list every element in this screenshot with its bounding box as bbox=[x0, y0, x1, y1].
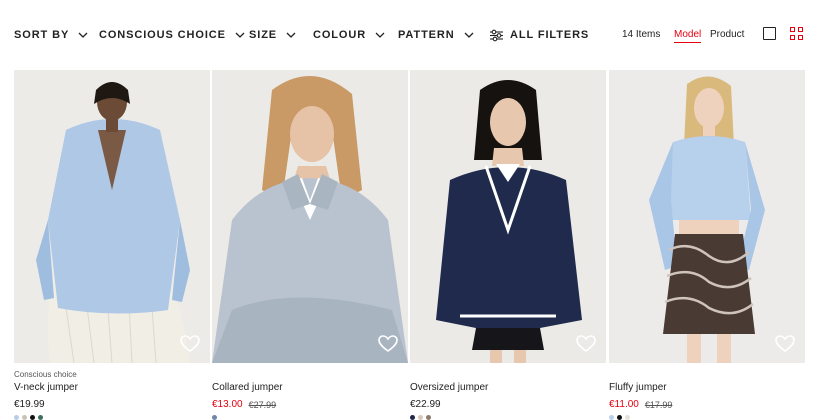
chevron-down-icon bbox=[78, 32, 88, 38]
product-card[interactable]: Collared jumper €13.00 €27.99 bbox=[212, 70, 408, 420]
sort-by-dropdown[interactable]: Sort by bbox=[14, 27, 89, 43]
price-row: €19.99 bbox=[14, 399, 210, 411]
product-name[interactable]: Collared jumper bbox=[212, 382, 408, 394]
product-info: Collared jumper €13.00 €27.99 bbox=[212, 370, 408, 411]
product-image[interactable] bbox=[609, 70, 805, 363]
product-name[interactable]: V-neck jumper bbox=[14, 382, 210, 394]
color-swatch[interactable] bbox=[609, 415, 614, 420]
conscious-choice-tag bbox=[212, 370, 408, 380]
color-swatch[interactable] bbox=[625, 415, 630, 420]
view-product-toggle[interactable]: Product bbox=[710, 29, 744, 40]
product-image[interactable] bbox=[212, 70, 408, 363]
product-info: Conscious choice V-neck jumper €19.99 bbox=[14, 370, 210, 411]
product-image[interactable] bbox=[14, 70, 210, 363]
model-photo bbox=[609, 70, 805, 363]
product-price: €22.99 bbox=[410, 399, 441, 410]
sliders-icon bbox=[490, 29, 503, 41]
product-image[interactable] bbox=[410, 70, 606, 363]
color-swatches bbox=[14, 415, 43, 420]
sale-price: €13.00 bbox=[212, 399, 243, 410]
product-info: Fluffy jumper €11.00 €17.99 bbox=[609, 370, 805, 411]
conscious-choice-label: Conscious choice bbox=[99, 29, 226, 41]
pattern-label: Pattern bbox=[398, 29, 455, 41]
filter-bar: Sort by Conscious choice Size Colour Pat… bbox=[0, 0, 820, 70]
color-swatch[interactable] bbox=[418, 415, 423, 420]
conscious-choice-dropdown[interactable]: Conscious choice bbox=[99, 27, 246, 43]
color-swatch[interactable] bbox=[30, 415, 35, 420]
chevron-down-icon bbox=[375, 32, 385, 38]
conscious-choice-tag bbox=[410, 370, 606, 380]
original-price: €17.99 bbox=[644, 400, 673, 410]
color-swatch[interactable] bbox=[617, 415, 622, 420]
items-count: 14 Items bbox=[622, 29, 661, 40]
size-dropdown[interactable]: Size bbox=[249, 27, 297, 43]
product-card[interactable]: Fluffy jumper €11.00 €17.99 bbox=[609, 70, 805, 420]
single-grid-icon[interactable] bbox=[763, 27, 776, 40]
chevron-down-icon bbox=[286, 32, 296, 38]
product-name[interactable]: Oversized jumper bbox=[410, 382, 606, 394]
product-card[interactable]: Oversized jumper €22.99 bbox=[410, 70, 606, 420]
color-swatches bbox=[609, 415, 630, 420]
color-swatch[interactable] bbox=[14, 415, 19, 420]
original-price: €27.99 bbox=[248, 400, 277, 410]
color-swatch[interactable] bbox=[410, 415, 415, 420]
colour-label: Colour bbox=[313, 29, 367, 41]
price-row: €22.99 bbox=[410, 399, 606, 411]
model-photo bbox=[14, 70, 210, 363]
sale-price: €11.00 bbox=[609, 399, 639, 410]
all-filters-button[interactable]: All filters bbox=[490, 27, 589, 43]
pattern-dropdown[interactable]: Pattern bbox=[398, 27, 475, 43]
heart-icon[interactable] bbox=[377, 333, 399, 355]
product-card[interactable]: Conscious choice V-neck jumper €19.99 bbox=[14, 70, 210, 420]
four-grid-icon[interactable] bbox=[790, 27, 803, 40]
color-swatch[interactable] bbox=[212, 415, 217, 420]
sort-by-label: Sort by bbox=[14, 29, 70, 41]
chevron-down-icon bbox=[464, 32, 474, 38]
heart-icon[interactable] bbox=[179, 333, 201, 355]
color-swatches bbox=[212, 415, 217, 420]
color-swatch[interactable] bbox=[22, 415, 27, 420]
conscious-choice-tag bbox=[609, 370, 805, 380]
colour-dropdown[interactable]: Colour bbox=[313, 27, 386, 43]
product-name[interactable]: Fluffy jumper bbox=[609, 382, 805, 394]
view-model-toggle[interactable]: Model bbox=[674, 29, 702, 43]
color-swatch[interactable] bbox=[426, 415, 431, 420]
product-price: €19.99 bbox=[14, 399, 45, 410]
color-swatches bbox=[410, 415, 431, 420]
model-photo bbox=[410, 70, 606, 363]
color-swatch[interactable] bbox=[38, 415, 43, 420]
product-info: Oversized jumper €22.99 bbox=[410, 370, 606, 411]
chevron-down-icon bbox=[235, 32, 245, 38]
heart-icon[interactable] bbox=[575, 333, 597, 355]
size-label: Size bbox=[249, 29, 278, 41]
model-photo bbox=[212, 70, 408, 363]
price-row: €13.00 €27.99 bbox=[212, 399, 408, 411]
conscious-choice-tag: Conscious choice bbox=[14, 370, 77, 379]
price-row: €11.00 €17.99 bbox=[609, 399, 805, 411]
all-filters-label: All filters bbox=[510, 29, 590, 41]
heart-icon[interactable] bbox=[774, 333, 796, 355]
